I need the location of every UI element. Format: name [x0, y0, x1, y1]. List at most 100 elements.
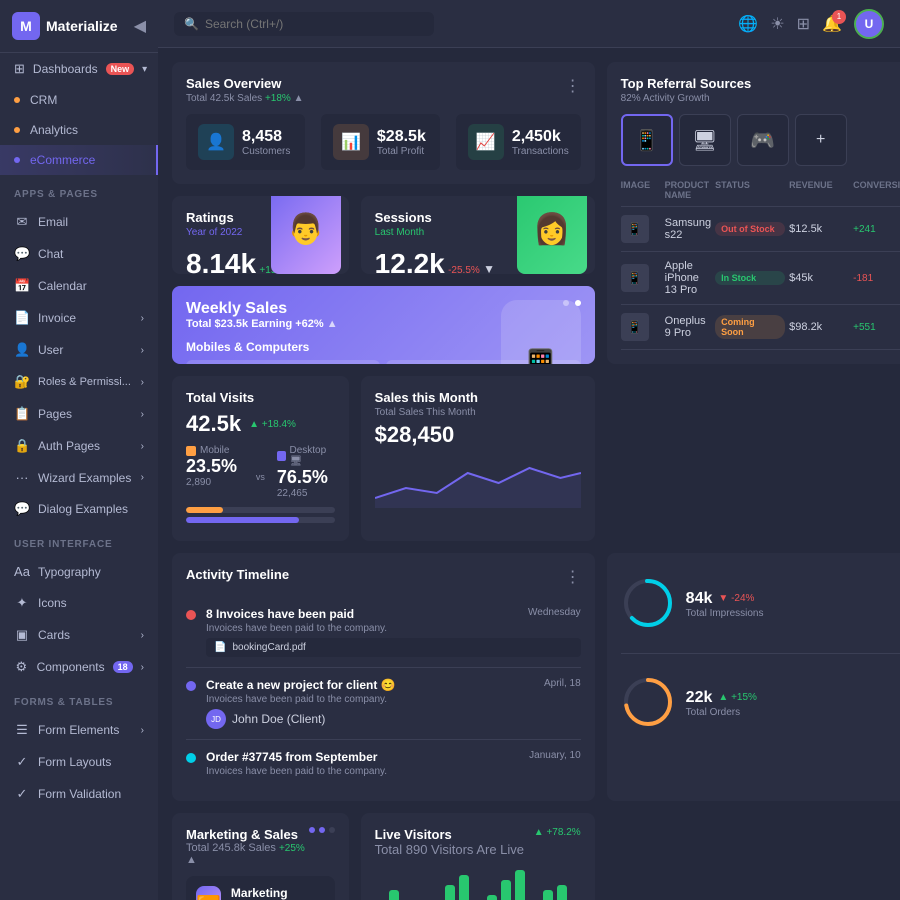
sidebar-item-form-elements[interactable]: ☰ Form Elements › — [0, 714, 158, 746]
sidebar-item-invoice[interactable]: 📄 Invoice › — [0, 302, 158, 334]
weekly-sales-card: Weekly Sales Total $23.5k Earning +62% ▲… — [172, 286, 595, 364]
chevron-right-icon7: › — [141, 630, 144, 641]
collapse-button[interactable]: ◀ — [134, 16, 146, 36]
sidebar-item-icons[interactable]: ✦ Icons — [0, 587, 158, 619]
desktop-progress-fill — [186, 517, 299, 523]
customers-icon: 👤 — [198, 124, 234, 160]
sidebar-item-form-validation[interactable]: ✓ Form Validation — [0, 778, 158, 810]
user-avatar[interactable]: U — [854, 9, 884, 39]
sidebar-item-form-layouts[interactable]: ✓ Form Layouts — [0, 746, 158, 778]
sidebar-item-email[interactable]: ✉ Email — [0, 206, 158, 238]
typography-icon: Aa — [14, 564, 30, 579]
orders-value: 22k — [686, 689, 713, 707]
chevron-right-icon6: › — [141, 472, 144, 483]
live-visitors-chart — [375, 875, 581, 900]
product-revenue-2: $98.2k — [789, 321, 849, 333]
roles-icon: 🔐 — [14, 374, 30, 390]
timeline-more-icon[interactable]: ⋮ — [565, 567, 581, 587]
sidebar-item-chat[interactable]: 💬 Chat — [0, 238, 158, 270]
tl-date-0: Wednesday — [528, 607, 581, 618]
tl-date-1: April, 18 — [544, 678, 581, 689]
sidebar-item-auth[interactable]: 🔒 Auth Pages › — [0, 430, 158, 462]
sidebar-label-calendar: Calendar — [38, 279, 87, 293]
sidebar-label-ecommerce: eCommerce — [30, 153, 95, 167]
orders-section: 22k ▲ +15% Total Orders — [621, 666, 900, 740]
sidebar-item-user[interactable]: 👤 User › — [0, 334, 158, 366]
ref-img-0[interactable]: 📱 — [621, 114, 673, 166]
tl-title-2: Order #37745 from September — [206, 750, 377, 764]
tl-filename: bookingCard.pdf — [232, 642, 305, 653]
sidebar-item-analytics[interactable]: Analytics — [0, 115, 158, 145]
notification-icon[interactable]: 🔔 1 — [822, 14, 842, 34]
sidebar-item-crm[interactable]: CRM — [0, 85, 158, 115]
sidebar-item-components[interactable]: ⚙ Components 18 › — [0, 651, 158, 683]
sales-overview-card: Sales Overview Total 42.5k Sales +18% ▲ … — [172, 62, 595, 184]
badge-new: New — [106, 63, 135, 75]
activity-timeline-card: Activity Timeline ⋮ 8 Invoices have been… — [172, 553, 595, 801]
orders-circle — [621, 674, 676, 732]
tl-title-1: Create a new project for client 😊 — [206, 678, 396, 692]
sidebar-item-cards[interactable]: ▣ Cards › — [0, 619, 158, 651]
tl-avatar-row: JD John Doe (Client) — [206, 709, 581, 729]
ref-row-0: 📱 Samsung s22 Out of Stock $12.5k +241 — [621, 207, 900, 252]
logo-text: Materialize — [46, 18, 118, 34]
customers-label: Customers — [242, 146, 290, 157]
product-status-1: In Stock — [715, 271, 785, 285]
sidebar-item-calendar[interactable]: 📅 Calendar — [0, 270, 158, 302]
sidebar-label-user: User — [38, 343, 63, 357]
dot-indicator-purple — [14, 157, 20, 163]
sidebar-item-dashboards[interactable]: ⊞ Dashboards New ▾ — [0, 53, 158, 85]
total-visits-card: Total Visits 42.5k ▲ +18.4% Mobile 23.5%… — [172, 376, 349, 541]
activity-timeline-title: Activity Timeline — [186, 567, 289, 582]
ref-img-2[interactable]: 🎮 — [737, 114, 789, 166]
sidebar-item-wizard[interactable]: ··· Wizard Examples › — [0, 462, 158, 493]
theme-icon[interactable]: ☀ — [770, 14, 784, 34]
mobile-progress-fill — [186, 507, 223, 513]
product-img-2: 📱 — [621, 313, 649, 341]
product-status-0: Out of Stock — [715, 222, 785, 236]
grid-icon[interactable]: ⊞ — [797, 14, 810, 34]
live-visitors-count: Total 890 Visitors Are Live — [375, 842, 524, 857]
sidebar-item-typography[interactable]: Aa Typography — [0, 556, 158, 587]
impressions-label: Total Impressions — [686, 608, 764, 619]
tl-user-name: John Doe (Client) — [232, 712, 325, 726]
sidebar-item-dialog[interactable]: 💬 Dialog Examples — [0, 493, 158, 525]
total-visits-value: 42.5k — [186, 411, 241, 437]
tl-mini-avatar: JD — [206, 709, 226, 729]
th-image: IMAGE — [621, 180, 661, 200]
product-conv-0: +241 — [853, 224, 900, 235]
desktop-val: 22,465 — [277, 488, 335, 499]
translate-icon[interactable]: 🌐 — [738, 14, 758, 34]
impressions-trend: ▼ -24% — [718, 593, 754, 604]
sales-month-chart — [375, 448, 581, 508]
impressions-value: 84k — [686, 590, 713, 608]
transactions-icon: 📈 — [468, 124, 504, 160]
timeline-item-1: Create a new project for client 😊 April,… — [186, 668, 581, 740]
form-validation-icon: ✓ — [14, 786, 30, 802]
timeline-content-0: 8 Invoices have been paid Wednesday Invo… — [206, 607, 581, 657]
ratings-card: Ratings Year of 2022 8.14k +15.6% ▲ 👨 — [172, 196, 349, 274]
timeline-content-1: Create a new project for client 😊 April,… — [206, 678, 581, 729]
search-bar[interactable]: 🔍 — [174, 12, 434, 36]
ref-row-2: 📱 Oneplus 9 Pro Coming Soon $98.2k +551 — [621, 305, 900, 350]
ws-mobiles: 24 Mobiles — [186, 360, 380, 364]
sidebar-label-typography: Typography — [38, 565, 101, 579]
ratings-value: 8.14k — [186, 248, 256, 274]
weekly-sales-title: Weekly Sales — [186, 300, 338, 318]
ref-img-add[interactable]: + — [795, 114, 847, 166]
mobile-label: Mobile — [186, 445, 244, 456]
orders-label: Total Orders — [686, 707, 757, 718]
user-icon: 👤 — [14, 342, 30, 358]
timeline-content-2: Order #37745 from September January, 10 … — [206, 750, 581, 777]
search-input[interactable] — [205, 17, 424, 31]
topbar: 🔍 🌐 ☀ ⊞ 🔔 1 U — [158, 0, 900, 48]
impressions-circle — [621, 575, 676, 633]
sidebar-item-roles[interactable]: 🔐 Roles & Permissi... › — [0, 366, 158, 398]
sidebar-item-ecommerce[interactable]: eCommerce — [0, 145, 158, 175]
ref-img-1[interactable]: 🖥 — [679, 114, 731, 166]
product-conv-1: -181 — [853, 273, 900, 284]
sidebar-item-pages[interactable]: 📋 Pages › — [0, 398, 158, 430]
invoice-icon: 📄 — [14, 310, 30, 326]
more-icon[interactable]: ⋮ — [565, 76, 581, 96]
live-visitors-card: Live Visitors Total 890 Visitors Are Liv… — [361, 813, 595, 900]
